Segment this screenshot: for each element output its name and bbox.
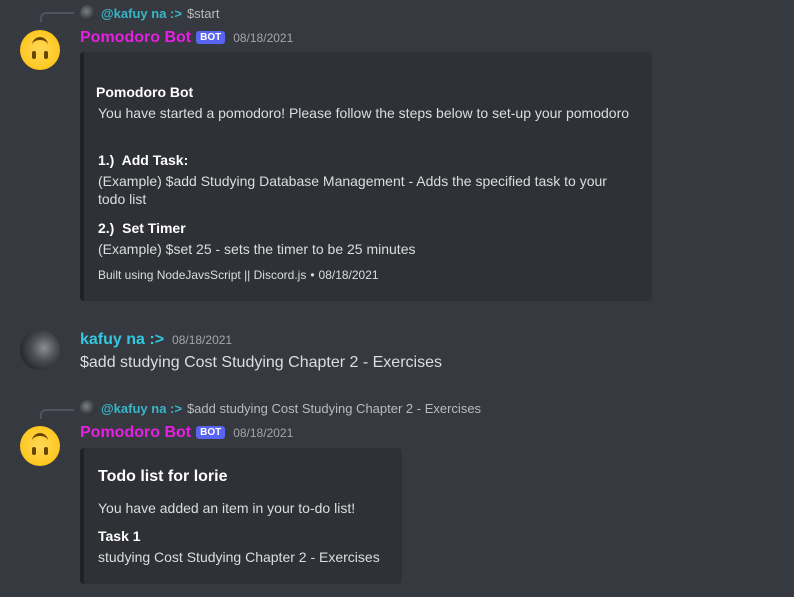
embed-description: You have added an item in your to-do lis… <box>98 500 356 516</box>
bot-badge: BOT <box>196 426 226 439</box>
author-name[interactable]: kafuy na :> <box>80 331 164 349</box>
user-avatar[interactable] <box>20 330 60 370</box>
message-header: Pomodoro Bot BOT 08/18/2021 <box>80 29 293 47</box>
embed-footer: Built using NodeJavsScript || Discord.js… <box>98 268 379 282</box>
message-timestamp: 08/18/2021 <box>172 333 233 347</box>
reply-preview[interactable]: @kafuy na :> $start <box>80 3 219 23</box>
reply-spine <box>40 409 74 419</box>
reply-preview[interactable]: @kafuy na :> $add studying Cost Studying… <box>80 398 481 418</box>
embed-title: Todo list for lorie <box>98 468 228 485</box>
avatar-eye-left <box>32 447 36 455</box>
embed-author: Pomodoro Bot <box>96 84 194 100</box>
embed: Pomodoro Bot You have started a pomodoro… <box>80 52 652 301</box>
avatar-eye-left <box>32 51 36 59</box>
message-header: kafuy na :> 08/18/2021 <box>80 331 232 349</box>
reply-spine <box>40 12 74 22</box>
reply-text[interactable]: $add studying Cost Studying Chapter 2 - … <box>187 401 481 416</box>
chat-messages: @kafuy na :> $start Pomodoro Bot BOT 08/… <box>0 0 794 597</box>
bot-avatar[interactable] <box>20 30 60 70</box>
message-timestamp: 08/18/2021 <box>233 426 294 440</box>
avatar-mouth <box>32 433 48 441</box>
reply-author[interactable]: @kafuy na :> <box>101 6 182 21</box>
embed-footer-text: Built using NodeJavsScript || Discord.js <box>98 268 307 282</box>
embed-field-value: (Example) $set 25 - sets the timer to be… <box>98 241 416 257</box>
reply-text[interactable]: $start <box>187 6 220 21</box>
footer-separator: • <box>310 268 315 282</box>
bot-badge: BOT <box>196 31 226 44</box>
author-name[interactable]: Pomodoro Bot <box>80 424 191 442</box>
bot-avatar[interactable] <box>20 426 60 466</box>
message-content: $add studying Cost Studying Chapter 2 - … <box>80 354 442 371</box>
embed-footer-timestamp: 08/18/2021 <box>318 268 379 282</box>
avatar-eye-right <box>44 447 48 455</box>
reply-avatar <box>80 5 96 21</box>
embed-field-name: Task 1 <box>98 528 141 544</box>
embed-field-name: 1.) Add Task: <box>98 152 189 168</box>
reply-avatar <box>80 400 96 416</box>
avatar-eye-right <box>44 51 48 59</box>
embed-field-value: studying Cost Studying Chapter 2 - Exerc… <box>98 549 380 565</box>
message-timestamp: 08/18/2021 <box>233 31 294 45</box>
avatar-mouth <box>32 37 48 45</box>
embed: Todo list for lorie You have added an it… <box>80 448 402 584</box>
embed-field-value: (Example) $add Studying Database Managem… <box>98 173 607 207</box>
author-name[interactable]: Pomodoro Bot <box>80 29 191 47</box>
embed-field-name: 2.) Set Timer <box>98 220 186 236</box>
reply-author[interactable]: @kafuy na :> <box>101 401 182 416</box>
message-header: Pomodoro Bot BOT 08/18/2021 <box>80 424 293 442</box>
embed-description: You have started a pomodoro! Please foll… <box>98 105 630 121</box>
